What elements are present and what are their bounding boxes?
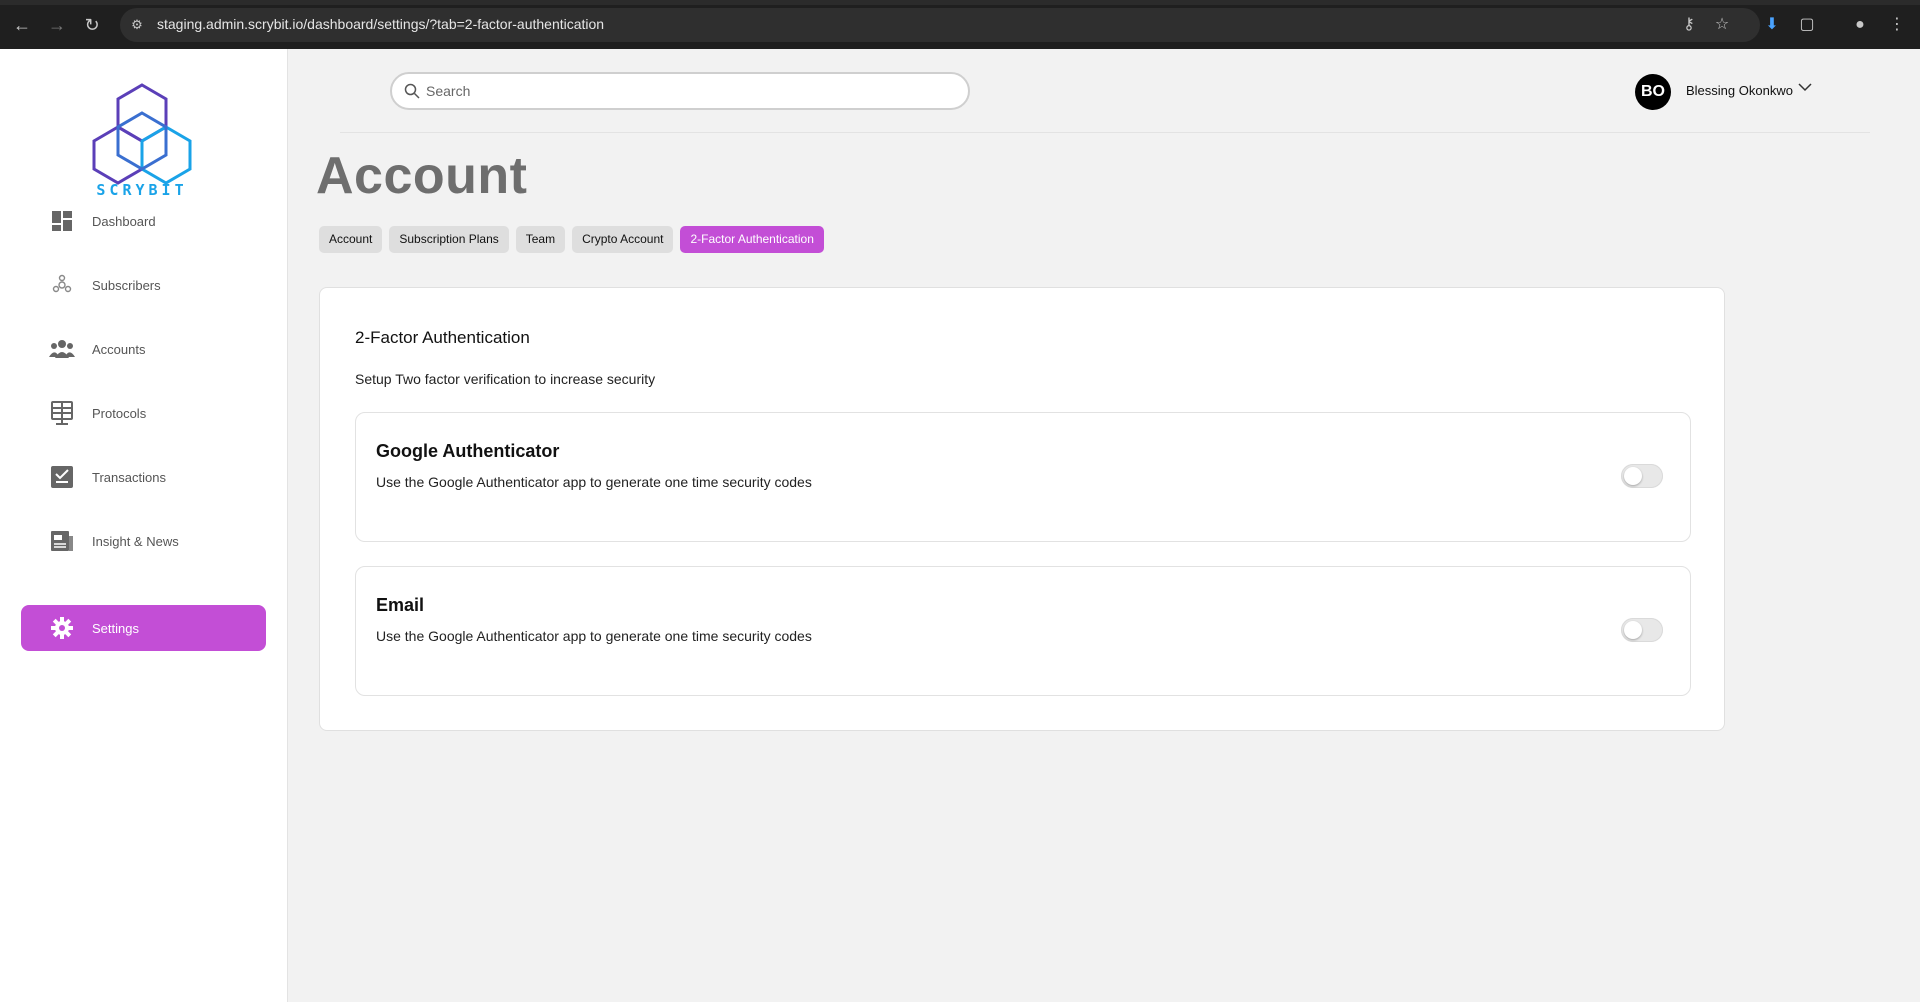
option-title: Google Authenticator [376,441,560,461]
site-info-icon[interactable]: ⚙ [125,13,149,37]
search-box[interactable] [390,72,970,110]
tab-2-factor-authentication[interactable]: 2-Factor Authentication [680,226,824,253]
sidebar-item-accounts[interactable]: Accounts [21,326,266,372]
header-divider [340,132,1870,133]
tab-crypto-account[interactable]: Crypto Account [572,226,674,253]
sidebar-item-insight-news[interactable]: Insight & News [21,518,266,564]
sidebar-item-transactions[interactable]: Transactions [21,454,266,500]
option-title: Email [376,595,425,615]
user-name[interactable]: Blessing Okonkwo [1686,83,1793,98]
search-icon [404,83,420,99]
page-title: Account [316,147,528,205]
accounts-icon [48,335,76,363]
sidebar-item-label: Protocols [92,405,147,421]
option-email: Email Use the Google Authenticator app t… [355,566,1691,696]
tab-subscription-plans[interactable]: Subscription Plans [389,226,509,253]
sidebar-item-dashboard[interactable]: Dashboard [21,198,266,244]
profile-icon[interactable]: ● [1848,13,1872,37]
sidebar-item-protocols[interactable]: Protocols [21,390,266,436]
google-authenticator-toggle[interactable] [1621,464,1663,488]
news-icon [48,527,76,555]
option-description: Use the Google Authenticator app to gene… [376,474,812,490]
sidebar-item-label: Accounts [92,341,146,357]
protocols-icon [48,399,76,427]
option-google-authenticator: Google Authenticator Use the Google Auth… [355,412,1691,542]
extensions-icon[interactable]: ▢ [1795,13,1819,37]
sidebar: SCRYBIT Dashboard Subscribers Accounts P… [0,49,288,1002]
password-key-icon[interactable]: ⚷ [1677,13,1701,37]
reload-icon[interactable]: ↻ [80,13,104,37]
tab-account[interactable]: Account [319,226,383,253]
back-icon[interactable]: ← [10,13,34,37]
logo-wordmark: SCRYBIT [96,181,188,199]
toggle-knob [1624,467,1642,485]
sidebar-item-label: Insight & News [92,533,179,549]
menu-icon[interactable]: ⋮ [1885,13,1909,37]
sidebar-item-settings[interactable]: Settings [21,605,266,651]
tab-team[interactable]: Team [515,226,566,253]
download-icon[interactable]: ⬇ [1760,13,1784,37]
card-subtitle: Setup Two factor verification to increas… [355,371,656,387]
browser-toolbar: ← → ↻ ⚙ staging.admin.scrybit.io/dashboa… [0,0,1920,49]
avatar[interactable]: BO [1635,74,1671,110]
sidebar-item-label: Subscribers [92,277,161,293]
subscribers-icon [48,271,76,299]
sidebar-item-subscribers[interactable]: Subscribers [21,262,266,308]
sidebar-item-label: Transactions [92,469,166,485]
dashboard-icon [48,207,76,235]
email-toggle[interactable] [1621,618,1663,642]
sidebar-item-label: Settings [92,620,139,636]
sidebar-item-label: Dashboard [92,213,156,229]
forward-icon[interactable]: → [45,13,69,37]
settings-tabs: Account Subscription Plans Team Crypto A… [319,226,824,253]
card-title: 2-Factor Authentication [355,328,530,347]
two-factor-card: 2-Factor Authentication Setup Two factor… [319,287,1725,731]
gear-icon [48,614,76,642]
option-description: Use the Google Authenticator app to gene… [376,628,812,644]
search-input[interactable] [426,81,946,101]
toggle-knob [1624,621,1642,639]
transactions-icon [48,463,76,491]
url-text[interactable]: staging.admin.scrybit.io/dashboard/setti… [157,16,604,32]
chevron-down-icon[interactable] [1798,83,1812,92]
bookmark-star-icon[interactable]: ☆ [1710,13,1734,37]
